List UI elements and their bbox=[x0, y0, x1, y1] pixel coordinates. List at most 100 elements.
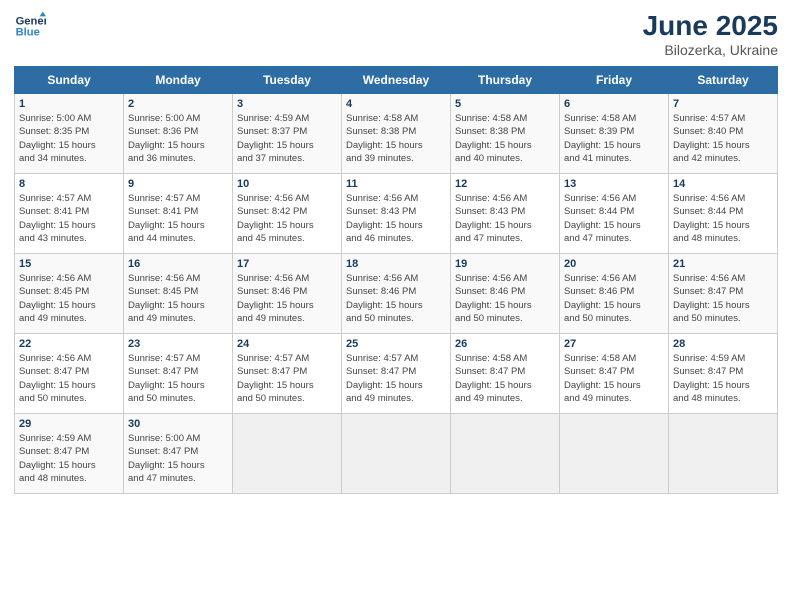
day-number: 27 bbox=[564, 338, 664, 350]
table-row: 2Sunrise: 5:00 AMSunset: 8:36 PMDaylight… bbox=[124, 94, 233, 174]
header-monday: Monday bbox=[124, 67, 233, 94]
table-row: 14 Sunrise: 4:56 AMSunset: 8:44 PMDayligh… bbox=[669, 174, 778, 254]
table-row: 7 Sunrise: 4:57 AMSunset: 8:40 PMDaylight… bbox=[669, 94, 778, 174]
day-info: Sunrise: 4:56 AMSunset: 8:43 PMDaylight:… bbox=[455, 192, 555, 245]
table-row: 12 Sunrise: 4:56 AMSunset: 8:43 PMDayligh… bbox=[451, 174, 560, 254]
day-number: 9 bbox=[128, 178, 228, 190]
day-info: Sunrise: 4:56 AMSunset: 8:42 PMDaylight:… bbox=[237, 192, 337, 245]
header-row: Sunday Monday Tuesday Wednesday Thursday… bbox=[15, 67, 778, 94]
table-row bbox=[342, 414, 451, 494]
day-number: 11 bbox=[346, 178, 446, 190]
logo-icon: General Blue bbox=[14, 10, 46, 42]
day-number: 2 bbox=[128, 98, 228, 110]
header-thursday: Thursday bbox=[451, 67, 560, 94]
table-row bbox=[451, 414, 560, 494]
day-info: Sunrise: 4:58 AMSunset: 8:38 PMDaylight:… bbox=[346, 112, 446, 165]
day-info: Sunrise: 4:56 AMSunset: 8:47 PMDaylight:… bbox=[19, 352, 119, 405]
table-row bbox=[233, 414, 342, 494]
day-number: 17 bbox=[237, 258, 337, 270]
table-row: 27 Sunrise: 4:58 AMSunset: 8:47 PMDayligh… bbox=[560, 334, 669, 414]
day-number: 26 bbox=[455, 338, 555, 350]
day-info: Sunrise: 4:59 AMSunset: 8:47 PMDaylight:… bbox=[673, 352, 773, 405]
table-row: 26 Sunrise: 4:58 AMSunset: 8:47 PMDayligh… bbox=[451, 334, 560, 414]
day-info: Sunrise: 4:56 AMSunset: 8:45 PMDaylight:… bbox=[128, 272, 228, 325]
day-number: 14 bbox=[673, 178, 773, 190]
calendar-week-2: 8 Sunrise: 4:57 AMSunset: 8:41 PMDaylight… bbox=[15, 174, 778, 254]
calendar-week-1: 1Sunrise: 5:00 AMSunset: 8:35 PMDaylight… bbox=[15, 94, 778, 174]
table-row: 8Sunrise: 4:57 AMSunset: 8:41 PMDaylight… bbox=[15, 174, 124, 254]
day-info: Sunrise: 4:57 AMSunset: 8:40 PMDaylight:… bbox=[673, 112, 773, 165]
table-row: 21 Sunrise: 4:56 AMSunset: 8:47 PMDayligh… bbox=[669, 254, 778, 334]
day-info: Sunrise: 4:59 AMSunset: 8:47 PMDaylight:… bbox=[19, 432, 119, 485]
day-info: Sunrise: 4:58 AMSunset: 8:38 PMDaylight:… bbox=[455, 112, 555, 165]
table-row: 28 Sunrise: 4:59 AMSunset: 8:47 PMDayligh… bbox=[669, 334, 778, 414]
table-row: 25 Sunrise: 4:57 AMSunset: 8:47 PMDayligh… bbox=[342, 334, 451, 414]
day-info: Sunrise: 4:58 AMSunset: 8:47 PMDaylight:… bbox=[455, 352, 555, 405]
day-number: 12 bbox=[455, 178, 555, 190]
day-info: Sunrise: 4:58 AMSunset: 8:39 PMDaylight:… bbox=[564, 112, 664, 165]
day-info: Sunrise: 4:56 AMSunset: 8:43 PMDaylight:… bbox=[346, 192, 446, 245]
day-number: 15 bbox=[19, 258, 119, 270]
day-number: 23 bbox=[128, 338, 228, 350]
day-number: 30 bbox=[128, 418, 228, 430]
day-info: Sunrise: 4:57 AMSunset: 8:47 PMDaylight:… bbox=[128, 352, 228, 405]
table-row: 6Sunrise: 4:58 AMSunset: 8:39 PMDaylight… bbox=[560, 94, 669, 174]
table-row: 29 Sunrise: 4:59 AMSunset: 8:47 PMDayligh… bbox=[15, 414, 124, 494]
logo: General Blue bbox=[14, 10, 46, 42]
table-row: 10Sunrise: 4:56 AMSunset: 8:42 PMDayligh… bbox=[233, 174, 342, 254]
day-number: 7 bbox=[673, 98, 773, 110]
day-info: Sunrise: 4:57 AMSunset: 8:47 PMDaylight:… bbox=[237, 352, 337, 405]
table-row: 13Sunrise: 4:56 AMSunset: 8:44 PMDayligh… bbox=[560, 174, 669, 254]
table-row: 11 Sunrise: 4:56 AMSunset: 8:43 PMDayligh… bbox=[342, 174, 451, 254]
day-info: Sunrise: 5:00 AMSunset: 8:47 PMDaylight:… bbox=[128, 432, 228, 485]
day-info: Sunrise: 4:57 AMSunset: 8:47 PMDaylight:… bbox=[346, 352, 446, 405]
day-info: Sunrise: 4:58 AMSunset: 8:47 PMDaylight:… bbox=[564, 352, 664, 405]
header-wednesday: Wednesday bbox=[342, 67, 451, 94]
day-info: Sunrise: 5:00 AMSunset: 8:35 PMDaylight:… bbox=[19, 112, 119, 165]
day-info: Sunrise: 4:57 AMSunset: 8:41 PMDaylight:… bbox=[128, 192, 228, 245]
page-title: June 2025 bbox=[643, 10, 778, 42]
day-info: Sunrise: 4:56 AMSunset: 8:46 PMDaylight:… bbox=[237, 272, 337, 325]
table-row: 1Sunrise: 5:00 AMSunset: 8:35 PMDaylight… bbox=[15, 94, 124, 174]
table-row: 16 Sunrise: 4:56 AMSunset: 8:45 PMDayligh… bbox=[124, 254, 233, 334]
header-saturday: Saturday bbox=[669, 67, 778, 94]
day-number: 22 bbox=[19, 338, 119, 350]
table-row: 22 Sunrise: 4:56 AMSunset: 8:47 PMDayligh… bbox=[15, 334, 124, 414]
day-number: 29 bbox=[19, 418, 119, 430]
day-info: Sunrise: 4:56 AMSunset: 8:45 PMDaylight:… bbox=[19, 272, 119, 325]
calendar-week-5: 29 Sunrise: 4:59 AMSunset: 8:47 PMDayligh… bbox=[15, 414, 778, 494]
day-info: Sunrise: 4:56 AMSunset: 8:46 PMDaylight:… bbox=[564, 272, 664, 325]
calendar-week-4: 22 Sunrise: 4:56 AMSunset: 8:47 PMDayligh… bbox=[15, 334, 778, 414]
day-number: 8 bbox=[19, 178, 119, 190]
title-block: June 2025 Bilozerka, Ukraine bbox=[643, 10, 778, 58]
table-row: 18Sunrise: 4:56 AMSunset: 8:46 PMDayligh… bbox=[342, 254, 451, 334]
table-row: 15 Sunrise: 4:56 AMSunset: 8:45 PMDayligh… bbox=[15, 254, 124, 334]
calendar-table: Sunday Monday Tuesday Wednesday Thursday… bbox=[14, 66, 778, 494]
day-number: 24 bbox=[237, 338, 337, 350]
day-number: 3 bbox=[237, 98, 337, 110]
table-row: 20Sunrise: 4:56 AMSunset: 8:46 PMDayligh… bbox=[560, 254, 669, 334]
day-info: Sunrise: 4:59 AMSunset: 8:37 PMDaylight:… bbox=[237, 112, 337, 165]
day-number: 13 bbox=[564, 178, 664, 190]
day-number: 21 bbox=[673, 258, 773, 270]
day-info: Sunrise: 4:56 AMSunset: 8:46 PMDaylight:… bbox=[455, 272, 555, 325]
table-row: 9 Sunrise: 4:57 AMSunset: 8:41 PMDaylight… bbox=[124, 174, 233, 254]
table-row: 19Sunrise: 4:56 AMSunset: 8:46 PMDayligh… bbox=[451, 254, 560, 334]
day-info: Sunrise: 4:56 AMSunset: 8:47 PMDaylight:… bbox=[673, 272, 773, 325]
header-sunday: Sunday bbox=[15, 67, 124, 94]
day-number: 28 bbox=[673, 338, 773, 350]
day-info: Sunrise: 4:56 AMSunset: 8:44 PMDaylight:… bbox=[673, 192, 773, 245]
day-number: 16 bbox=[128, 258, 228, 270]
svg-text:Blue: Blue bbox=[16, 27, 40, 39]
table-row: 3 Sunrise: 4:59 AMSunset: 8:37 PMDaylight… bbox=[233, 94, 342, 174]
header-tuesday: Tuesday bbox=[233, 67, 342, 94]
day-number: 4 bbox=[346, 98, 446, 110]
table-row bbox=[669, 414, 778, 494]
calendar-week-3: 15 Sunrise: 4:56 AMSunset: 8:45 PMDayligh… bbox=[15, 254, 778, 334]
page-subtitle: Bilozerka, Ukraine bbox=[643, 42, 778, 58]
day-number: 25 bbox=[346, 338, 446, 350]
day-info: Sunrise: 4:56 AMSunset: 8:46 PMDaylight:… bbox=[346, 272, 446, 325]
table-row: 17 Sunrise: 4:56 AMSunset: 8:46 PMDayligh… bbox=[233, 254, 342, 334]
table-row bbox=[560, 414, 669, 494]
table-row: 24 Sunrise: 4:57 AMSunset: 8:47 PMDayligh… bbox=[233, 334, 342, 414]
